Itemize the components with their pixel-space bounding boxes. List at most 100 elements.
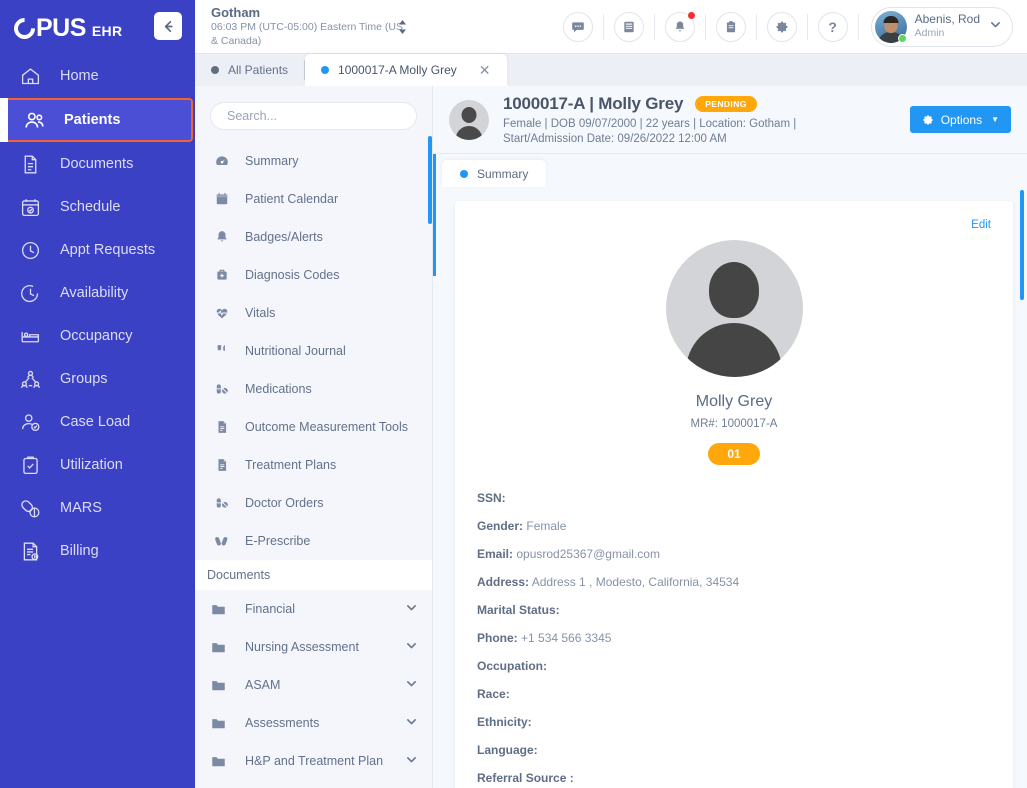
page-title: 1000017-A | Molly Grey [503, 94, 684, 113]
folder-label: Assessments [245, 716, 320, 730]
book-icon[interactable] [613, 11, 644, 42]
patient-number-badge: 01 [708, 443, 760, 465]
patient-nav-doctor-orders[interactable]: Doctor Orders [195, 484, 432, 522]
user-name: Abenis, Rod [914, 12, 980, 27]
folder-label: H&P and Treatment Plan [245, 754, 384, 768]
search-input[interactable] [210, 102, 417, 130]
header-divider [602, 13, 604, 40]
logo-suffix: EHR [91, 22, 123, 39]
sidebar-item-documents[interactable]: Documents [0, 143, 195, 185]
patient-header: 1000017-A | Molly Grey PENDING Female | … [433, 86, 1027, 154]
patient-nav-folder-nursing-assessment[interactable]: Nursing Assessment [195, 628, 432, 666]
patient-nav-folder-financial[interactable]: Financial [195, 590, 432, 628]
calendar-check-icon [20, 196, 46, 218]
clock-icon [20, 239, 46, 261]
tab-summary[interactable]: Summary [442, 160, 547, 187]
patient-nav-diagnosis-codes[interactable]: Diagnosis Codes [195, 256, 432, 294]
top-header-bar: Gotham 06:03 PM (UTC-05:00) Eastern Time… [195, 0, 1027, 54]
header-divider [857, 13, 859, 40]
sidebar-item-mars[interactable]: MARS [0, 487, 195, 529]
sidebar-item-case-load[interactable]: Case Load [0, 401, 195, 443]
patient-nav-folder-assessments[interactable]: Assessments [195, 704, 432, 742]
patient-photo-placeholder-icon [665, 240, 803, 377]
file-lines-icon [211, 420, 233, 434]
sidebar-item-home[interactable]: Home [0, 55, 195, 97]
patient-nav-scrollbar[interactable] [428, 86, 432, 788]
location-selector[interactable]: Gotham 06:03 PM (UTC-05:00) Eastern Time… [195, 5, 405, 49]
patient-nav-vitals[interactable]: Vitals [195, 294, 432, 332]
options-button[interactable]: Options ▼ [909, 106, 1011, 133]
tab-patient-molly-grey[interactable]: 1000017-A Molly Grey ✕ [305, 54, 507, 86]
patient-nav-list: Summary Patient Calendar Badges/Alerts D… [195, 142, 432, 780]
detail-row: Occupation: [477, 659, 991, 673]
patient-nav-badges-alerts[interactable]: Badges/Alerts [195, 218, 432, 256]
patient-nav-nutritional-journal[interactable]: Nutritional Journal [195, 332, 432, 370]
sidebar-item-appt-requests[interactable]: Appt Requests [0, 229, 195, 271]
gear-icon [922, 114, 934, 126]
online-status-indicator [897, 33, 907, 43]
detail-row: Language: [477, 743, 991, 757]
location-name: Gotham [211, 4, 261, 20]
bell-icon[interactable] [664, 10, 696, 42]
gear-icon[interactable] [766, 11, 797, 42]
sidebar-item-utilization[interactable]: Utilization [0, 444, 195, 486]
sidebar-item-availability[interactable]: Availability [0, 272, 195, 314]
messages-icon[interactable] [562, 11, 593, 42]
detail-key: Language: [477, 743, 538, 757]
help-icon[interactable]: ? [817, 11, 848, 42]
edit-link[interactable]: Edit [477, 219, 991, 231]
sidebar-item-label: Documents [60, 156, 134, 172]
group-network-icon [20, 368, 46, 390]
sidebar-item-schedule[interactable]: Schedule [0, 186, 195, 228]
close-icon[interactable]: ✕ [479, 63, 491, 77]
status-badge: PENDING [695, 96, 757, 112]
patient-nav-folder-hp-treatment-plan[interactable]: H&P and Treatment Plan [195, 742, 432, 780]
chevron-down-icon[interactable] [405, 753, 418, 769]
patient-nav-folder-asam[interactable]: ASAM [195, 666, 432, 704]
detail-key: Address: [477, 575, 530, 589]
patient-nav-medications[interactable]: Medications [195, 370, 432, 408]
tab-all-patients[interactable]: All Patients [195, 54, 305, 86]
content-tab-label: Summary [477, 166, 529, 181]
folder-label: Financial [245, 602, 296, 616]
patient-nav-summary[interactable]: Summary [195, 142, 432, 180]
search-container [195, 86, 432, 142]
scrollbar-thumb[interactable] [428, 136, 432, 224]
patient-mr-number: MR#: 1000017-A [690, 418, 778, 430]
content-scrollbar-thumb[interactable] [1020, 190, 1024, 300]
browser-tab-strip: All Patients 1000017-A Molly Grey ✕ [195, 54, 1027, 86]
detail-key: Gender: [477, 519, 524, 533]
sidebar-collapse-button[interactable] [154, 12, 182, 40]
sidebar-item-groups[interactable]: Groups [0, 358, 195, 400]
detail-row: Address: Address 1 , Modesto, California… [477, 575, 991, 589]
heart-pulse-icon [211, 306, 233, 320]
user-menu[interactable]: Abenis, Rod Admin [870, 6, 1013, 47]
detail-row: Email: opusrod25367@gmail.com [477, 547, 991, 561]
sort-updown-icon[interactable] [397, 18, 408, 36]
patient-nav-label: Medications [245, 382, 312, 396]
chevron-down-icon[interactable] [405, 639, 418, 655]
patient-nav-label: Vitals [245, 306, 276, 320]
clock-half-icon [20, 282, 46, 304]
sidebar-item-billing[interactable]: Billing [0, 530, 195, 572]
sidebar-item-patients[interactable]: Patients [0, 98, 193, 142]
clipboard-icon[interactable] [715, 11, 746, 42]
header-divider [755, 13, 757, 40]
patient-nav-treatment-plans[interactable]: Treatment Plans [195, 446, 432, 484]
sidebar-item-occupancy[interactable]: Occupancy [0, 315, 195, 357]
logo-text: PUS [36, 13, 86, 42]
patient-nav-e-prescribe[interactable]: E-Prescribe [195, 522, 432, 560]
folder-label: ASAM [245, 678, 281, 692]
patient-nav-outcome-measurement-tools[interactable]: Outcome Measurement Tools [195, 408, 432, 446]
detail-row: Referral Source : [477, 771, 991, 785]
chevron-down-icon[interactable] [405, 715, 418, 731]
chevron-down-icon[interactable] [405, 677, 418, 693]
sidebar-item-label: Occupancy [60, 328, 133, 344]
tab-label: 1000017-A Molly Grey [338, 63, 457, 77]
location-timezone: 06:03 PM (UTC-05:00) Eastern Time (US & … [211, 20, 403, 47]
chevron-down-icon[interactable] [405, 601, 418, 617]
patient-nav-patient-calendar[interactable]: Patient Calendar [195, 180, 432, 218]
caret-down-icon: ▼ [991, 115, 999, 124]
detail-row: Phone: +1 534 566 3345 [477, 631, 991, 645]
patient-nav-section-documents: Documents [195, 560, 432, 590]
